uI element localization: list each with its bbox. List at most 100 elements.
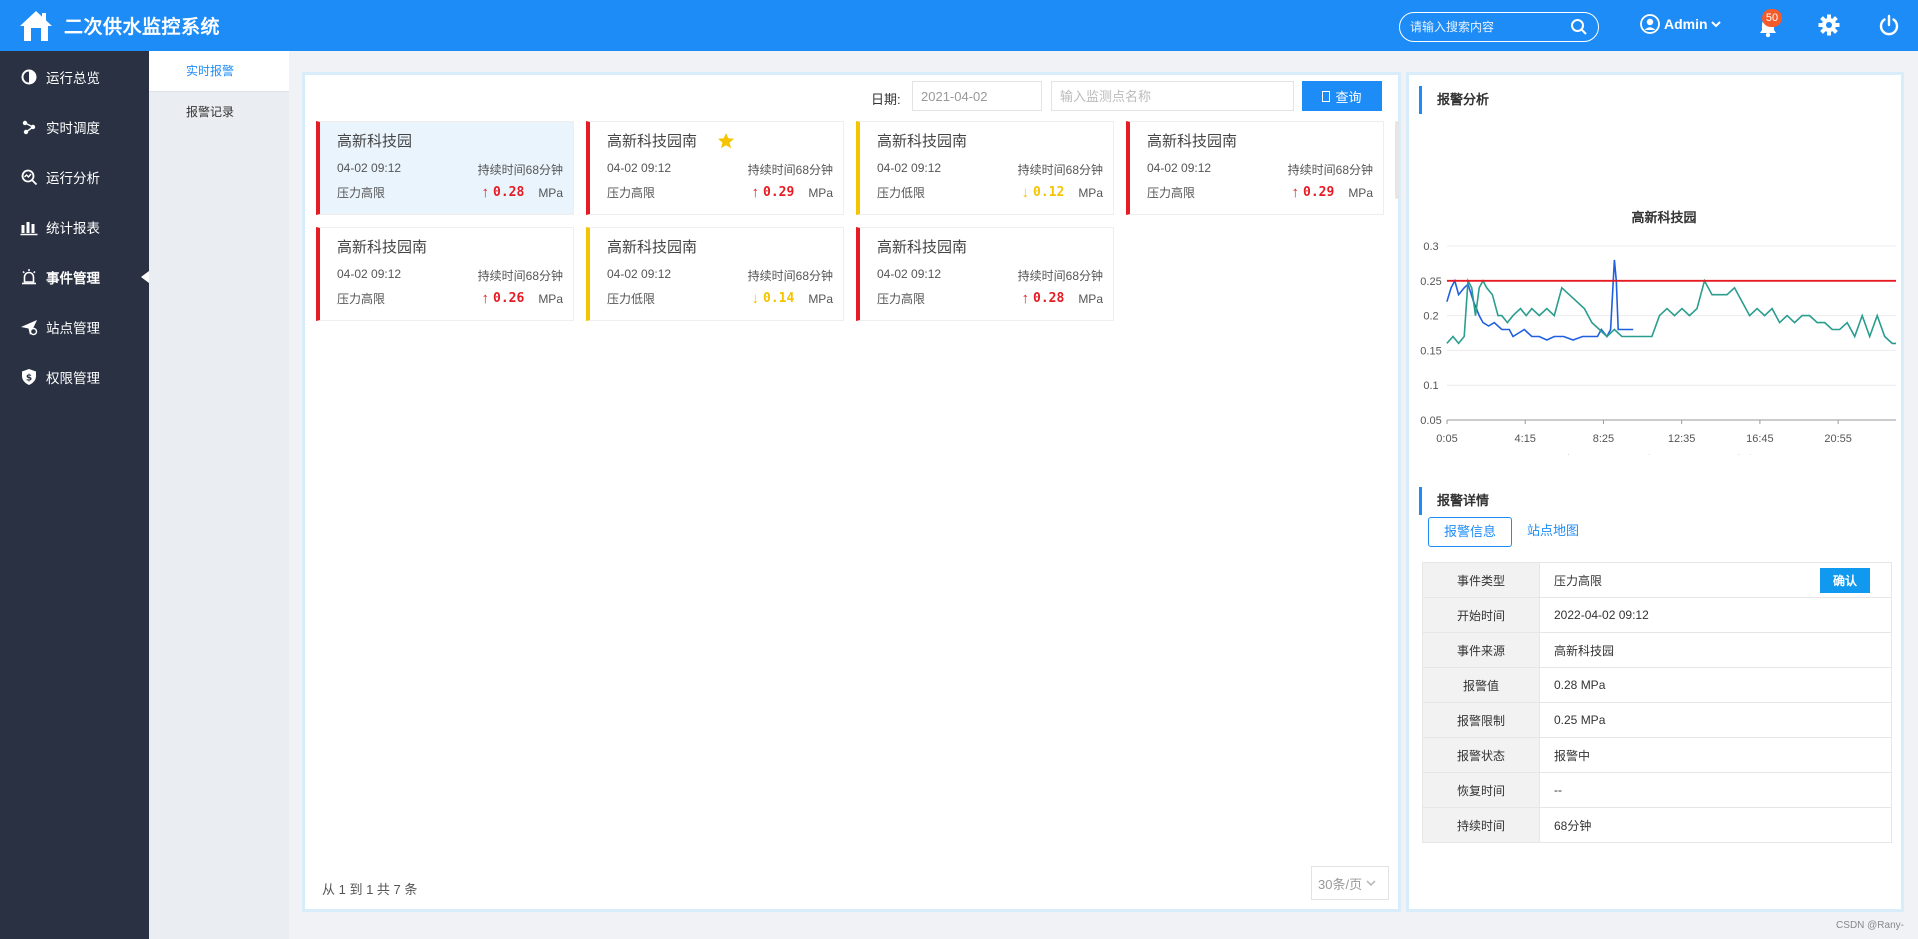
alarm-card[interactable]: 高新科技园 04-02 09:12 持续时间68分钟 压力高限 ↑ 0.28 MPa xyxy=(316,121,574,215)
alarm-value: 0.12 xyxy=(1033,185,1065,200)
submenu: 实时报警 报警记录 xyxy=(149,51,289,939)
alarm-duration: 持续时间68分钟 xyxy=(747,163,833,177)
table-row: 报警状态 报警中 xyxy=(1422,737,1892,773)
alarm-unit: MPa xyxy=(808,185,833,200)
detail-value: 0.25 MPa xyxy=(1539,702,1892,738)
table-row: 事件类型 压力高限 确认 xyxy=(1422,562,1892,598)
alarm-card[interactable]: 高新科技园南 04-02 09:12 持续时间68分钟 压力低限 ↓ 0.14 MPa xyxy=(586,227,844,321)
sidebar-item-events[interactable]: 事件管理 xyxy=(0,252,149,302)
page-size-select[interactable]: 30条/页 xyxy=(1311,866,1389,900)
detail-value: 高新科技园 xyxy=(1539,632,1892,668)
search-box[interactable] xyxy=(1399,12,1599,42)
alarm-card-title: 高新科技园南 xyxy=(877,234,1103,259)
series-line-0 xyxy=(1446,259,1634,341)
table-row: 持续时间 68分钟 xyxy=(1422,807,1892,843)
sidebar-item-label: 运行分析 xyxy=(46,171,100,186)
y-tick-label: 0.3 xyxy=(1423,241,1438,253)
detail-key: 事件类型 xyxy=(1422,562,1540,598)
power-icon[interactable] xyxy=(1878,14,1900,36)
alarm-station-name: 高新科技园南 xyxy=(607,239,698,256)
scrollbar[interactable] xyxy=(1395,121,1399,199)
shield-icon: $ xyxy=(22,369,36,385)
sidebar-item-label: 运行总览 xyxy=(46,71,100,86)
sidebar-item-reports[interactable]: 统计报表 xyxy=(0,202,149,252)
alarm-station-name: 高新科技园南 xyxy=(607,133,698,150)
search-input[interactable] xyxy=(1410,20,1570,34)
alarm-card-title: 高新科技园南 xyxy=(877,128,1103,153)
page-size-value: 30条/页 xyxy=(1318,876,1363,892)
trend-arrow-icon: ↑ xyxy=(481,184,490,201)
alarm-card[interactable]: 高新科技园南 04-02 09:12 持续时间68分钟 压力低限 ↓ 0.12 MPa xyxy=(856,121,1114,215)
detail-key: 恢复时间 xyxy=(1422,772,1540,808)
alarm-value: 0.28 xyxy=(1033,291,1065,306)
alarm-station-name: 高新科技园 xyxy=(337,133,413,150)
sidebar-item-label: 统计报表 xyxy=(46,221,100,236)
detail-key: 开始时间 xyxy=(1422,597,1540,633)
alarm-value: 0.29 xyxy=(1303,185,1335,200)
sidebar-item-stations[interactable]: 站点管理 xyxy=(0,302,149,352)
alarm-duration: 持续时间68分钟 xyxy=(477,163,563,177)
detail-value-text: 压力高限 xyxy=(1554,573,1603,588)
alarm-card-title: 高新科技园 xyxy=(337,128,563,153)
y-tick-label: 0.05 xyxy=(1420,415,1441,427)
detail-value-text: 0.25 MPa xyxy=(1554,713,1606,727)
sidebar-item-overview[interactable]: 运行总览 xyxy=(0,52,149,102)
date-input[interactable] xyxy=(912,81,1042,111)
app-title: 二次供水监控系统 xyxy=(64,17,221,38)
sidebar-item-label: 事件管理 xyxy=(46,271,100,286)
sidebar-item-analysis[interactable]: 运行分析 xyxy=(0,152,149,202)
alarm-type: 压力高限 xyxy=(337,292,386,306)
alarm-type: 压力高限 xyxy=(1147,186,1196,200)
submenu-item-alarm-records[interactable]: 报警记录 xyxy=(149,91,289,131)
analysis-section-title: 报警分析 xyxy=(1419,86,1489,114)
chart-title: 高新科技园 xyxy=(1631,210,1696,225)
alarm-duration: 持续时间68分钟 xyxy=(1287,163,1373,177)
detail-key: 报警值 xyxy=(1422,667,1540,703)
gear-icon[interactable] xyxy=(1818,14,1840,36)
x-tick-label: 0:05 xyxy=(1436,433,1457,445)
user-menu[interactable]: Admin xyxy=(1640,14,1721,34)
station-name-input[interactable] xyxy=(1051,81,1294,111)
y-tick-label: 0.2 xyxy=(1423,311,1438,323)
detail-value: 报警中 xyxy=(1539,737,1892,773)
query-button[interactable]: 查询 xyxy=(1302,81,1382,111)
detail-value: 压力高限 确认 xyxy=(1539,562,1892,598)
tab-station-map[interactable]: 站点地图 xyxy=(1512,517,1594,547)
details-section-title: 报警详情 xyxy=(1419,487,1489,515)
confirm-button[interactable]: 确认 xyxy=(1820,568,1870,593)
alarm-time: 04-02 09:12 xyxy=(1147,161,1212,175)
detail-value-text: 0.28 MPa xyxy=(1554,678,1606,692)
alarm-station-name: 高新科技园南 xyxy=(877,239,968,256)
dispatch-icon xyxy=(22,120,36,135)
star-icon[interactable] xyxy=(717,132,735,150)
table-row: 开始时间 2022-04-02 09:12 xyxy=(1422,597,1892,633)
alarm-time: 04-02 09:12 xyxy=(877,267,942,281)
x-tick-label: 8:25 xyxy=(1593,433,1614,445)
alarm-time: 04-02 09:12 xyxy=(877,161,942,175)
home-logo-icon xyxy=(20,10,52,41)
submenu-item-realtime-alarms[interactable]: 实时报警 xyxy=(149,51,289,91)
search-icon[interactable] xyxy=(1570,18,1588,36)
alarm-card[interactable]: 高新科技园南 04-02 09:12 持续时间68分钟 压力高限 ↑ 0.29 MPa xyxy=(586,121,844,215)
query-icon xyxy=(1322,90,1331,102)
alarm-card[interactable]: 高新科技园南 04-02 09:12 持续时间68分钟 压力高限 ↑ 0.26 MPa xyxy=(316,227,574,321)
sidebar-item-label: 站点管理 xyxy=(46,321,100,336)
detail-value-text: 68分钟 xyxy=(1554,818,1592,833)
alarm-card-title: 高新科技园南 xyxy=(337,234,563,259)
alarm-card[interactable]: 高新科技园南 04-02 09:12 持续时间68分钟 压力高限 ↑ 0.29 MPa xyxy=(1126,121,1384,215)
tab-alarm-info[interactable]: 报警信息 xyxy=(1428,517,1513,547)
alarm-card[interactable]: 高新科技园南 04-02 09:12 持续时间68分钟 压力高限 ↑ 0.28 MPa xyxy=(856,227,1114,321)
sidebar-item-permissions[interactable]: $ 权限管理 xyxy=(0,352,149,402)
alarm-card-title: 高新科技园南 xyxy=(607,128,833,153)
watermark: CSDN @Rany- xyxy=(1836,920,1904,931)
alarm-time: 04-02 09:12 xyxy=(337,161,402,175)
chevron-down-icon xyxy=(1366,880,1376,887)
alarm-value: 0.29 xyxy=(763,185,795,200)
y-tick-label: 0.25 xyxy=(1420,276,1441,288)
query-button-label: 查询 xyxy=(1335,89,1362,105)
detail-value-text: 报警中 xyxy=(1554,748,1591,763)
detail-key: 持续时间 xyxy=(1422,807,1540,843)
trend-arrow-icon: ↑ xyxy=(481,290,490,307)
alarm-icon xyxy=(22,269,36,285)
sidebar-item-dispatch[interactable]: 实时调度 xyxy=(0,102,149,152)
